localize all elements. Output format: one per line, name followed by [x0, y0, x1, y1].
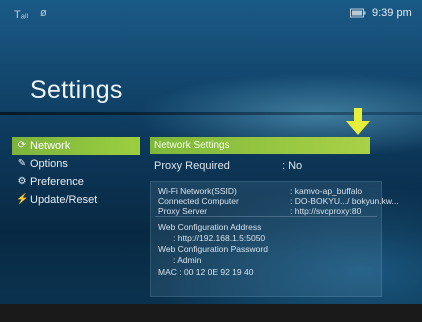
clock-time: 9:39 pm [372, 7, 412, 19]
menu-item-preference[interactable]: ⚙ Preference [12, 173, 140, 191]
menu-item-network[interactable]: ⟳ Network [12, 137, 140, 155]
proxy-required-value: : No [282, 160, 303, 172]
battery-icon [350, 8, 366, 20]
wifi-ssid-label: Wi-Fi Network(SSID) [158, 186, 237, 196]
proxy-server-label: Proxy Server [158, 206, 208, 216]
connected-computer-value: : DO-BOKYU.../ bokyun.kw... [290, 196, 399, 206]
menu-item-label: Options [30, 158, 68, 170]
connected-computer-label: Connected Computer [158, 196, 239, 206]
proxy-server-value: : http://svcproxy:80 [290, 206, 362, 216]
menu-item-options[interactable]: ✎ Options [12, 155, 140, 173]
wifi-ssid-row: Wi-Fi Network(SSID) : kamvo-ap_buffalo [158, 186, 362, 196]
mac-address: MAC : 00 12 0E 92 19 40 [158, 267, 254, 277]
wifi-ssid-value: : kamvo-ap_buffalo [290, 186, 363, 196]
network-settings-header[interactable]: Network Settings [150, 137, 370, 154]
web-config-password-label: Web Configuration Password [158, 244, 268, 254]
settings-menu: ⟳ Network ✎ Options ⚙ Preference ⚡ Updat… [12, 137, 140, 209]
proxy-server-row: Proxy Server : http://svcproxy:80 [158, 206, 361, 216]
details-divider [155, 216, 377, 217]
menu-item-label: Preference [30, 176, 84, 188]
proxy-required-row[interactable]: Proxy Required : No [154, 160, 394, 172]
page-title: Settings [30, 76, 123, 104]
update-icon: ⚡ [16, 194, 29, 205]
web-config-address-value: : http://192.168.1.5:5050 [173, 233, 266, 243]
menu-item-label: Network [30, 140, 71, 152]
device-bezel [0, 304, 422, 322]
preference-icon: ⚙ [17, 176, 27, 187]
menu-item-update-reset[interactable]: ⚡ Update/Reset [12, 191, 140, 209]
options-icon: ✎ [17, 158, 27, 169]
menu-item-label: Update/Reset [30, 194, 98, 206]
status-bar: Tₐₗₗ ø 9:39 pm [0, 0, 422, 30]
web-config-address-label: Web Configuration Address [158, 222, 262, 232]
down-arrow-icon [346, 108, 370, 135]
screen: Tₐₗₗ ø 9:39 pm Settings ⟳ Network ✎ Opti… [0, 0, 422, 322]
network-icon: ⟳ [17, 140, 27, 151]
signal-icon: Tₐₗₗ [14, 9, 29, 21]
proxy-required-label: Proxy Required [154, 160, 230, 172]
web-config-password-value: : Admin [173, 255, 202, 265]
network-details-panel: Wi-Fi Network(SSID) : kamvo-ap_buffalo C… [150, 181, 399, 297]
connected-computer-row: Connected Computer : DO-BOKYU.../ bokyun… [158, 196, 399, 206]
antenna-icon: ø [40, 7, 47, 19]
